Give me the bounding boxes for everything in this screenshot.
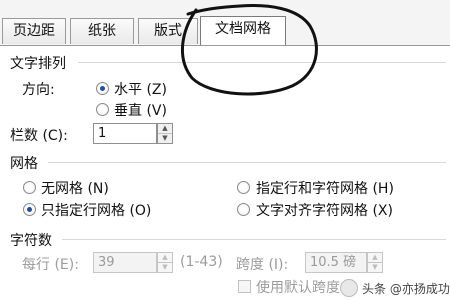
pitch-label: 跨度 (I): <box>236 257 289 273</box>
no-grid-label[interactable]: 无网格 (N) <box>41 178 109 198</box>
tab-label: 文档网格 <box>215 21 271 37</box>
columns-spinner[interactable]: ▲ ▼ <box>157 123 173 144</box>
section-heading-characters: 字符数 <box>10 233 52 249</box>
spin-up-icon[interactable]: ▲ <box>158 253 172 263</box>
spin-up-icon[interactable]: ▲ <box>158 124 172 134</box>
tab-divider <box>0 45 450 46</box>
watermark-avatar-icon <box>340 279 358 297</box>
line-grid-only-radio[interactable] <box>23 203 36 216</box>
snap-to-char-grid-label[interactable]: 文字对齐字符网格 (X) <box>256 200 393 220</box>
tab-label: 纸张 <box>88 23 116 39</box>
tab-label: 版式 <box>154 23 182 39</box>
columns-label: 栏数 (C): <box>10 128 68 144</box>
section-divider <box>78 62 446 63</box>
pitch-spinner[interactable]: ▲ ▼ <box>367 252 383 273</box>
horizontal-radio[interactable] <box>96 82 109 95</box>
direction-label: 方向: <box>22 82 55 98</box>
section-divider <box>62 239 446 240</box>
chars-per-line-label: 每行 (E): <box>22 257 79 273</box>
line-and-char-grid-label[interactable]: 指定行和字符网格 (H) <box>256 178 394 198</box>
snap-to-char-grid-radio[interactable] <box>237 203 250 216</box>
no-grid-radio[interactable] <box>23 181 36 194</box>
vertical-label[interactable]: 垂直 (V) <box>114 100 167 120</box>
tab-layout[interactable]: 版式 <box>138 18 198 44</box>
horizontal-label[interactable]: 水平 (Z) <box>114 79 167 99</box>
spin-down-icon[interactable]: ▼ <box>158 134 172 143</box>
line-grid-only-label[interactable]: 只指定行网格 (O) <box>41 200 151 220</box>
chars-per-line-input[interactable]: 39 <box>93 252 157 273</box>
pitch-input[interactable]: 10.5 磅 <box>305 252 367 273</box>
watermark-text: 头条 @亦扬成功 <box>362 282 450 296</box>
tab-label: 页边距 <box>13 23 55 39</box>
spin-down-icon[interactable]: ▼ <box>158 263 172 272</box>
section-heading-text-direction: 文字排列 <box>10 56 66 72</box>
line-and-char-grid-radio[interactable] <box>237 181 250 194</box>
spin-down-icon[interactable]: ▼ <box>368 263 382 272</box>
tab-paper[interactable]: 纸张 <box>70 18 134 44</box>
chars-per-line-spinner[interactable]: ▲ ▼ <box>157 252 173 273</box>
section-heading-grid: 网格 <box>10 156 38 172</box>
vertical-radio[interactable] <box>96 103 109 116</box>
chars-range-label: (1-43) <box>180 254 223 270</box>
section-divider <box>48 162 446 163</box>
columns-input[interactable]: 1 <box>93 123 157 144</box>
tab-margins[interactable]: 页边距 <box>2 18 66 44</box>
default-pitch-label[interactable]: 使用默认跨度 ( <box>256 277 350 297</box>
spin-up-icon[interactable]: ▲ <box>368 253 382 263</box>
tab-document-grid[interactable]: 文档网格 <box>200 16 286 46</box>
default-pitch-checkbox[interactable] <box>238 280 251 293</box>
